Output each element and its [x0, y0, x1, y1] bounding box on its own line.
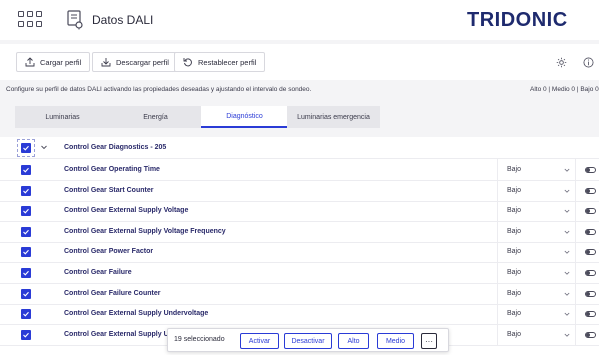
load-profile-label: Cargar perfil — [40, 57, 82, 67]
interval-value: Bajo — [507, 289, 522, 297]
row-name: Control Gear Operating Time — [64, 166, 160, 173]
chevron-down-icon — [564, 251, 570, 255]
row-checkbox[interactable] — [21, 185, 31, 196]
table-row: Control Gear External Supply Voltage Bajo — [0, 200, 599, 223]
table-row: Control Gear External Supply Undervoltag… — [0, 303, 599, 326]
levels-summary: Alto 0 | Medio 0 | Bajo 0 — [530, 86, 599, 93]
row-checkbox[interactable] — [21, 165, 31, 175]
interval-select[interactable]: Bajo — [497, 282, 576, 304]
row-name: Control Gear Failure — [64, 269, 132, 276]
chevron-down-icon — [564, 189, 570, 193]
selected-count: 19 seleccionado — [174, 336, 225, 343]
tab-luminarias-emergencia[interactable]: Luminarias emergencia — [287, 106, 380, 128]
info-icon[interactable] — [578, 52, 598, 72]
group-checkbox[interactable] — [21, 143, 31, 153]
group-row: Control Gear Diagnostics - 205 — [0, 137, 599, 159]
upload-icon — [25, 57, 35, 67]
interval-select[interactable]: Bajo — [497, 179, 576, 201]
enable-toggle[interactable] — [585, 311, 596, 318]
interval-select[interactable]: Bajo — [497, 323, 576, 345]
interval-value: Bajo — [507, 186, 522, 194]
table-row: Control Gear Power Factor Bajo — [0, 241, 599, 264]
tab-bar: Luminarias Energía Diagnóstico Luminaria… — [0, 106, 599, 128]
row-name: Control Gear Power Factor — [64, 248, 154, 256]
table-row: Control Gear Start Counter Bajo — [0, 179, 599, 202]
app-title: Datos DALI — [92, 13, 154, 27]
tab-luminarias[interactable]: Luminarias — [15, 106, 110, 128]
download-profile-label: Descargar perfil — [116, 57, 169, 67]
row-name: Control Gear External Supply Undervoltag… — [64, 310, 209, 318]
interval-value: Bajo — [507, 269, 522, 276]
interval-select[interactable]: Bajo — [497, 159, 576, 180]
row-checkbox[interactable] — [21, 309, 31, 320]
reset-profile-button[interactable]: Restablecer perfil — [174, 52, 266, 72]
chevron-down-icon — [564, 168, 570, 172]
table-row: Control Gear Failure Bajo — [0, 262, 599, 284]
interval-select[interactable]: Bajo — [497, 220, 576, 242]
row-checkbox[interactable] — [21, 268, 31, 278]
enable-toggle[interactable] — [585, 290, 596, 297]
chevron-down-icon — [564, 312, 570, 316]
chevron-down-icon[interactable] — [40, 143, 48, 151]
enable-toggle[interactable] — [585, 228, 596, 235]
properties-table: Control Gear Diagnostics - 205 Control G… — [0, 137, 599, 355]
table-row: Control Gear Failure Counter Bajo — [0, 282, 599, 305]
table-row: Control Gear External Supply Voltage Fre… — [0, 220, 599, 243]
reset-icon — [183, 58, 192, 67]
row-checkbox[interactable] — [21, 329, 31, 340]
enable-toggle[interactable] — [585, 331, 596, 338]
row-checkbox[interactable] — [21, 206, 31, 217]
download-profile-button[interactable]: Descargar perfil — [92, 52, 178, 72]
reset-profile-label: Restablecer perfil — [198, 57, 257, 67]
enable-toggle[interactable] — [585, 249, 596, 256]
enable-toggle[interactable] — [585, 187, 596, 194]
profile-description: Configure su perfil de datos DALI activa… — [6, 86, 312, 93]
row-name: Control Gear Start Counter — [64, 186, 154, 194]
chevron-down-icon — [564, 230, 570, 234]
row-name: Control Gear External Supply Voltage Fre… — [64, 227, 226, 235]
chevron-down-icon — [564, 271, 570, 275]
interval-select[interactable]: Bajo — [497, 241, 576, 263]
enable-toggle[interactable] — [585, 208, 596, 215]
deactivate-button[interactable]: Desactivar — [284, 333, 332, 349]
row-checkbox[interactable] — [21, 226, 31, 237]
interval-value: Bajo — [507, 166, 522, 173]
chevron-down-icon — [564, 292, 570, 296]
gear-icon[interactable] — [551, 52, 571, 72]
medium-button[interactable]: Medio — [377, 333, 414, 349]
table-row: Control Gear Operating Time Bajo — [0, 159, 599, 181]
row-checkbox[interactable] — [21, 247, 31, 258]
interval-value: Bajo — [507, 330, 522, 338]
interval-value: Bajo — [507, 207, 522, 215]
toolbar: Cargar perfil Descargar perfil Restablec… — [0, 44, 599, 80]
tab-diagnostico[interactable]: Diagnóstico — [201, 106, 288, 128]
chevron-down-icon — [564, 333, 570, 337]
activate-button[interactable]: Activar — [240, 333, 279, 349]
interval-select[interactable]: Bajo — [497, 303, 576, 325]
enable-toggle[interactable] — [585, 270, 596, 276]
interval-select[interactable]: Bajo — [497, 262, 576, 283]
interval-value: Bajo — [507, 227, 522, 235]
group-name: Control Gear Diagnostics - 205 — [64, 144, 167, 151]
load-profile-button[interactable]: Cargar perfil — [16, 52, 91, 72]
download-icon — [101, 58, 111, 67]
interval-select[interactable]: Bajo — [497, 200, 576, 222]
enable-toggle[interactable] — [585, 167, 596, 173]
tab-energia[interactable]: Energía — [108, 106, 203, 128]
interval-value: Bajo — [507, 248, 522, 256]
row-checkbox[interactable] — [21, 288, 31, 299]
row-name: Control Gear Failure Counter — [64, 289, 161, 297]
interval-value: Bajo — [507, 310, 522, 318]
row-name: Control Gear External Supply Voltage — [64, 207, 189, 215]
chevron-down-icon — [564, 209, 570, 213]
brand-logo: TRIDONIC — [467, 9, 568, 31]
bulk-action-bar: 19 seleccionado Activar Desactivar Alto … — [167, 328, 449, 352]
dali-document-icon — [67, 10, 83, 30]
grid-icon[interactable] — [18, 11, 42, 29]
top-bar: Datos DALI TRIDONIC — [0, 0, 599, 40]
more-options-button[interactable]: ··· — [421, 333, 437, 349]
high-button[interactable]: Alto — [338, 333, 369, 349]
